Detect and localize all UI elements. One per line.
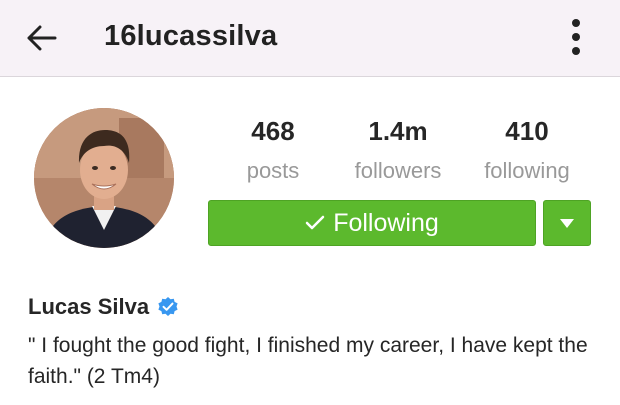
- posts-label: posts: [246, 158, 300, 183]
- following-button[interactable]: Following: [208, 200, 536, 246]
- verified-badge-icon: [157, 296, 179, 318]
- checkmark-icon: [305, 215, 325, 231]
- followers-count: 1.4m: [368, 116, 428, 146]
- suggestions-dropdown-button[interactable]: [543, 200, 591, 246]
- arrow-left-icon: [27, 25, 57, 51]
- following-label: following: [484, 158, 570, 183]
- following-count: 410: [505, 116, 549, 146]
- more-options-button[interactable]: [560, 14, 592, 60]
- name-row: Lucas Silva: [28, 292, 179, 322]
- profile-avatar[interactable]: [34, 108, 174, 248]
- profile-photo: [34, 108, 174, 248]
- posts-count: 468: [251, 116, 295, 146]
- posts-stat[interactable]: 468 posts: [228, 114, 318, 188]
- back-button[interactable]: [24, 20, 60, 56]
- followers-stat[interactable]: 1.4m followers: [344, 114, 452, 188]
- top-bar: 16lucassilva: [0, 0, 620, 77]
- caret-down-icon: [560, 218, 574, 228]
- display-name: Lucas Silva: [28, 294, 150, 319]
- profile-username: 16lucassilva: [104, 20, 278, 52]
- more-vertical-icon: [572, 19, 580, 55]
- followers-label: followers: [354, 158, 442, 183]
- following-button-label: Following: [333, 208, 439, 237]
- profile-bio: " I fought the good fight, I finished my…: [28, 334, 588, 388]
- following-stat[interactable]: 410 following: [474, 114, 580, 188]
